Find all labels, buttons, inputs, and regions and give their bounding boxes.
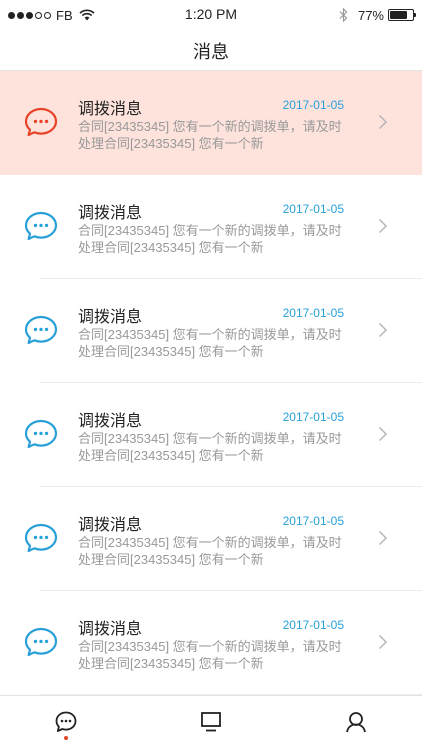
status-bar: FB 1:20 PM 77% (0, 0, 422, 30)
message-date: 2017-01-05 (282, 306, 344, 320)
message-title: 调拨消息 (78, 205, 143, 222)
battery-level (390, 11, 407, 19)
tab-messages[interactable] (36, 696, 96, 750)
chevron-right-icon (378, 114, 388, 130)
tab-monitor[interactable] (181, 696, 241, 750)
message-item[interactable]: 调拨消息 2017-01-05 合同[23435345] 您有一个新的调拨单，请及时… (0, 591, 422, 695)
chevron-right-icon (378, 218, 388, 234)
chevron-right-icon (378, 426, 388, 442)
message-body: 合同[23435345] 您有一个新的调拨单，请及时处理合同[23435345]… (78, 327, 342, 359)
battery-icon (388, 9, 416, 21)
message-item[interactable]: 调拨消息 2017-01-05 合同[23435345] 您有一个新的调拨单，请及时… (0, 175, 422, 279)
message-title: 调拨消息 (78, 413, 143, 430)
message-title: 调拨消息 (78, 621, 143, 638)
message-item[interactable]: 调拨消息 2017-01-05 合同[23435345] 您有一个新的调拨单，请及时… (0, 71, 422, 175)
message-body: 合同[23435345] 您有一个新的调拨单，请及时处理合同[23435345]… (78, 119, 342, 151)
message-date: 2017-01-05 (282, 98, 344, 112)
bluetooth-icon (339, 8, 348, 22)
message-body: 合同[23435345] 您有一个新的调拨单，请及时处理合同[23435345]… (78, 223, 342, 255)
message-title: 调拨消息 (78, 101, 143, 118)
chat-bubble-icon (24, 315, 58, 345)
status-bar-right: 77% (339, 6, 416, 24)
message-date: 2017-01-05 (282, 514, 344, 528)
tab-bar (0, 695, 422, 750)
chat-bubble-icon (24, 419, 58, 449)
message-item[interactable]: 调拨消息 2017-01-05 合同[23435345] 您有一个新的调拨单，请及时… (0, 383, 422, 487)
tab-profile[interactable] (326, 696, 386, 750)
chevron-right-icon (378, 322, 388, 338)
profile-icon (346, 712, 366, 733)
message-title: 调拨消息 (78, 517, 143, 534)
active-tab-indicator (64, 736, 68, 740)
message-body: 合同[23435345] 您有一个新的调拨单，请及时处理合同[23435345]… (78, 431, 342, 463)
chat-bubble-icon (24, 107, 58, 137)
message-date: 2017-01-05 (282, 410, 344, 424)
message-icon (55, 711, 77, 732)
message-date: 2017-01-05 (282, 618, 344, 632)
message-body: 合同[23435345] 您有一个新的调拨单，请及时处理合同[23435345]… (78, 639, 342, 671)
message-list: 调拨消息 2017-01-05 合同[23435345] 您有一个新的调拨单，请及时… (0, 71, 422, 695)
message-date: 2017-01-05 (282, 202, 344, 216)
message-title: 调拨消息 (78, 309, 143, 326)
battery-percent: 77% (357, 7, 384, 23)
chevron-right-icon (378, 634, 388, 650)
chat-bubble-icon (24, 627, 58, 657)
message-item[interactable]: 调拨消息 2017-01-05 合同[23435345] 您有一个新的调拨单，请及时… (0, 279, 422, 383)
message-item[interactable]: 调拨消息 2017-01-05 合同[23435345] 您有一个新的调拨单，请及时… (0, 487, 422, 591)
page-title: 消息 (193, 42, 229, 62)
chevron-right-icon (378, 530, 388, 546)
nav-bar: 消息 (0, 30, 422, 71)
monitor-icon (201, 712, 221, 732)
chat-bubble-icon (24, 523, 58, 553)
chat-bubble-icon (24, 211, 58, 241)
message-body: 合同[23435345] 您有一个新的调拨单，请及时处理合同[23435345]… (78, 535, 342, 567)
